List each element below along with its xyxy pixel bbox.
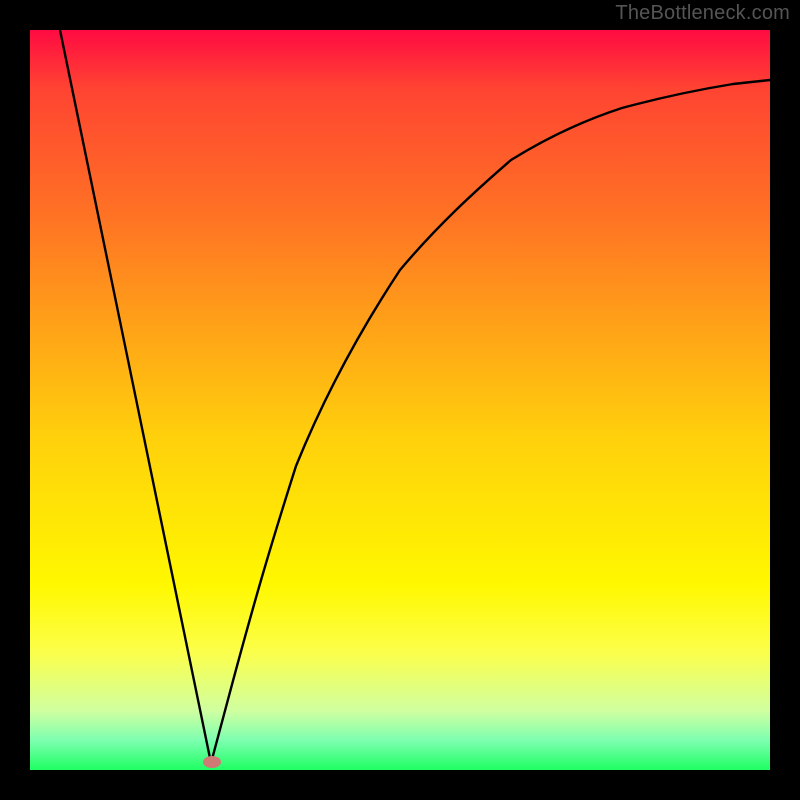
curve-left-branch: [60, 30, 211, 763]
plot-area: [30, 30, 770, 770]
watermark-label: TheBottleneck.com: [615, 2, 790, 25]
curve-right-branch: [211, 80, 770, 763]
curve-svg: [30, 30, 770, 770]
chart-frame: TheBottleneck.com: [0, 0, 800, 800]
minimum-marker: [203, 756, 221, 768]
